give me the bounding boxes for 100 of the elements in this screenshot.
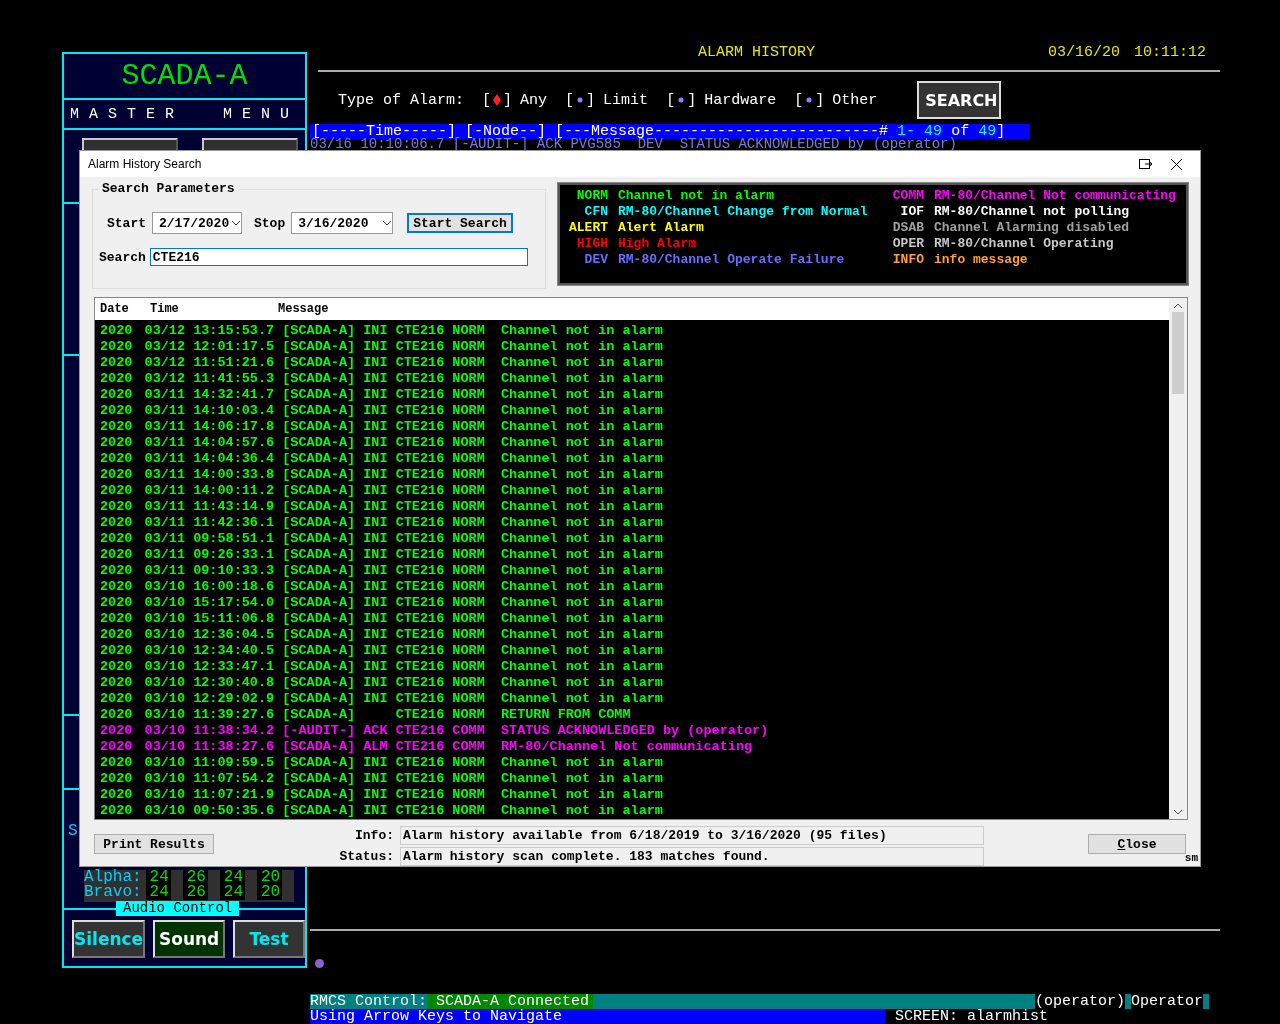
table-cell-text: INI — [363, 499, 389, 515]
table-cell-text: CTE216 — [395, 355, 446, 371]
table-cell-text: INI — [363, 419, 389, 435]
table-cell-text: INI — [363, 787, 389, 803]
table-cell-text: COMM — [452, 739, 486, 755]
table-cell-text: CTE216 — [395, 323, 446, 339]
legend-code: DSAB — [891, 220, 924, 236]
bracket-text: ] — [687, 91, 697, 109]
search-field[interactable]: CTE216 — [149, 248, 528, 266]
table-cell-text: [SCADA-A] — [282, 531, 357, 547]
legend-text: info message — [934, 252, 1028, 268]
count-value: 24 — [145, 870, 171, 885]
start-date-dropdown[interactable]: 2/17/2020 — [152, 212, 242, 234]
navigation-hint: Using Arrow Keys to Navigate — [310, 1009, 885, 1024]
table-cell-text: [SCADA-A] — [282, 675, 357, 691]
table-cell-text: 03/11 — [144, 387, 187, 403]
table-cell-text: [SCADA-A] — [282, 643, 357, 659]
option-label[interactable]: Any — [520, 91, 548, 109]
table-cell-text: 14:06:17.8 — [193, 419, 276, 435]
dot-icon[interactable] — [678, 97, 685, 103]
table-cell-text: 11:07:21.9 — [193, 787, 276, 803]
table-cell-text: 03/11 — [144, 531, 187, 547]
close-icon[interactable] — [1171, 158, 1182, 170]
table-cell-text: CTE216 — [395, 643, 446, 659]
close-button[interactable]: Close — [1088, 834, 1186, 854]
table-cell-text: [SCADA-A] — [282, 579, 357, 595]
table-cell-text: 2020 — [100, 531, 134, 547]
bracket-text: ] — [503, 91, 513, 109]
table-cell-text: 2020 — [100, 451, 134, 467]
audio-button[interactable]: Sound — [153, 920, 226, 958]
table-cell-text: [SCADA-A] — [282, 595, 357, 611]
table-cell-text: 03/12 — [144, 323, 187, 339]
table-cell-text: 12:36:04.5 — [193, 627, 276, 643]
table-cell-text: 14:04:57.6 — [193, 435, 276, 451]
table-cell-text: 11:42:36.1 — [193, 515, 276, 531]
table-cell-text: 03/11 — [144, 403, 187, 419]
count-label: Alpha: — [84, 870, 143, 885]
role-text: Operator — [1131, 994, 1204, 1009]
scrollbar[interactable] — [1169, 298, 1187, 819]
option-label[interactable]: Other — [832, 91, 878, 109]
legend-text: RM-80/Channel Operate Failure — [618, 252, 845, 268]
table-cell-text: 03/11 — [144, 419, 187, 435]
table-cell: Channel not in alarm — [500, 403, 663, 419]
table-cell-text: NORM — [452, 419, 486, 435]
table-cell-text: INI — [363, 355, 389, 371]
table-cell-text: 2020 — [100, 755, 134, 771]
table-cell: Channel not in alarm — [500, 339, 663, 355]
table-cell-text: 09:26:33.1 — [193, 547, 276, 563]
table-cell: RM-80/Channel Not communicating — [500, 739, 753, 755]
table-cell-text: 15:17:54.0 — [193, 595, 276, 611]
table-cell: Channel not in alarm — [500, 435, 663, 451]
scroll-up-icon[interactable] — [1173, 302, 1183, 310]
search-button[interactable]: SEARCH — [917, 81, 1002, 119]
table-cell-text: 03/10 — [144, 627, 187, 643]
stop-date-dropdown[interactable]: 3/16/2020 — [291, 212, 394, 234]
table-cell-text: 03/10 — [144, 755, 187, 771]
table-cell-text: NORM — [452, 387, 486, 403]
option-label[interactable]: Limit — [603, 91, 649, 109]
legend-code: IOF — [899, 204, 924, 220]
table-cell-text: 2020 — [100, 739, 134, 755]
table-cell-text: 03/11 — [144, 547, 187, 563]
start-search-button[interactable]: Start Search — [407, 213, 513, 233]
table-cell-text: [SCADA-A] — [282, 691, 357, 707]
table-cell-text: [SCADA-A] — [282, 467, 357, 483]
table-cell-text: CTE216 — [395, 595, 446, 611]
table-cell-text: NORM — [452, 531, 486, 547]
print-results-button[interactable]: Print Results — [94, 834, 214, 854]
status-dot — [315, 959, 324, 968]
count-value: 24 — [219, 885, 245, 900]
table-cell-text: INI — [363, 387, 389, 403]
count-value: 26 — [182, 885, 208, 900]
table-cell-text: COMM — [452, 723, 486, 739]
table-cell-text: 2020 — [100, 579, 134, 595]
table-cell-text: NORM — [452, 515, 486, 531]
bracket-text: ] — [996, 123, 1006, 140]
option-label[interactable]: Hardware — [704, 91, 777, 109]
scroll-down-icon[interactable] — [1173, 808, 1183, 816]
table-cell-text: CTE216 — [395, 755, 446, 771]
audio-button[interactable]: Test — [233, 920, 305, 958]
table-cell-text: NORM — [452, 771, 486, 787]
table-cell-text: 14:00:11.2 — [193, 483, 276, 499]
table-cell: Channel not in alarm — [500, 755, 663, 771]
filter-label: Type of Alarm: — [338, 91, 465, 109]
table-cell-text: NORM — [452, 435, 486, 451]
scroll-thumb[interactable] — [1172, 312, 1184, 394]
table-cell-text: INI — [363, 531, 389, 547]
range-start: 1- 49 — [897, 123, 943, 140]
table-cell-text: 11:07:54.2 — [193, 771, 276, 787]
restore-icon[interactable] — [1139, 159, 1153, 169]
diamond-icon[interactable] — [493, 94, 502, 106]
table-cell: Channel not in alarm — [500, 515, 663, 531]
dot-icon[interactable] — [806, 97, 813, 103]
table-cell-text: 03/10 — [144, 803, 187, 819]
table-cell-text: ALM — [363, 739, 389, 755]
table-cell-text: 12:01:17.5 — [193, 339, 276, 355]
legend-code: ALERT — [568, 220, 608, 236]
dot-icon[interactable] — [577, 97, 584, 103]
table-cell-text: CTE216 — [395, 771, 446, 787]
table-cell-text: CTE216 — [395, 707, 446, 723]
audio-button[interactable]: Silence — [72, 920, 146, 958]
